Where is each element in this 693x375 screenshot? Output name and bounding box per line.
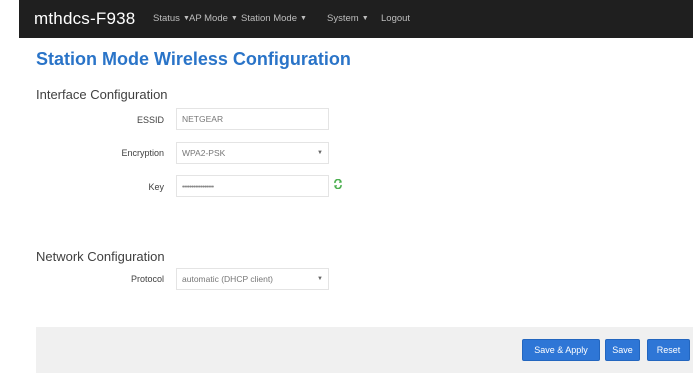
essid-input[interactable]: NETGEAR: [176, 108, 329, 130]
nav-system[interactable]: System ▼: [327, 13, 369, 24]
refresh-arrows-icon[interactable]: [333, 179, 343, 189]
key-value: •••••••••••••••••: [182, 184, 214, 191]
protocol-value: automatic (DHCP client): [182, 274, 274, 284]
chevron-down-icon: ▼: [361, 15, 369, 22]
nav-station-mode-label: Station Mode: [241, 13, 297, 24]
network-section-title: Network Configuration: [36, 249, 165, 264]
reset-button[interactable]: Reset: [647, 339, 690, 361]
interface-section-title: Interface Configuration: [36, 87, 168, 102]
nav-ap-mode-label: AP Mode: [189, 13, 228, 24]
page-title: Station Mode Wireless Configuration: [36, 49, 351, 69]
protocol-label: Protocol: [130, 274, 164, 284]
key-password-input[interactable]: •••••••••••••••••: [176, 175, 329, 197]
brand-logo[interactable]: mthdcs-F938: [34, 9, 135, 29]
chevron-down-icon: ▼: [230, 15, 238, 22]
save-button[interactable]: Save: [605, 339, 640, 361]
encryption-label: Encryption: [121, 148, 164, 158]
save-apply-button[interactable]: Save & Apply: [522, 339, 600, 361]
nav-ap-mode[interactable]: AP Mode ▼: [189, 13, 238, 24]
encryption-select[interactable]: WPA2-PSK ▼: [176, 142, 329, 164]
nav-logout[interactable]: Logout: [381, 13, 410, 24]
chevron-down-icon: ▼: [299, 15, 307, 22]
nav-status[interactable]: Status ▼: [153, 13, 190, 24]
caret-down-icon: ▼: [317, 276, 323, 282]
nav-station-mode[interactable]: Station Mode ▼: [241, 13, 307, 24]
caret-down-icon: ▼: [317, 150, 323, 156]
top-navbar: mthdcs-F938 Status ▼ AP Mode ▼ Station Mod…: [19, 0, 693, 38]
nav-system-label: System: [327, 13, 359, 24]
nav-status-label: Status: [153, 13, 180, 24]
essid-label: ESSID: [136, 115, 164, 125]
key-label: Key: [148, 182, 164, 192]
encryption-value: WPA2-PSK: [182, 148, 226, 158]
protocol-select[interactable]: automatic (DHCP client) ▼: [176, 268, 329, 290]
